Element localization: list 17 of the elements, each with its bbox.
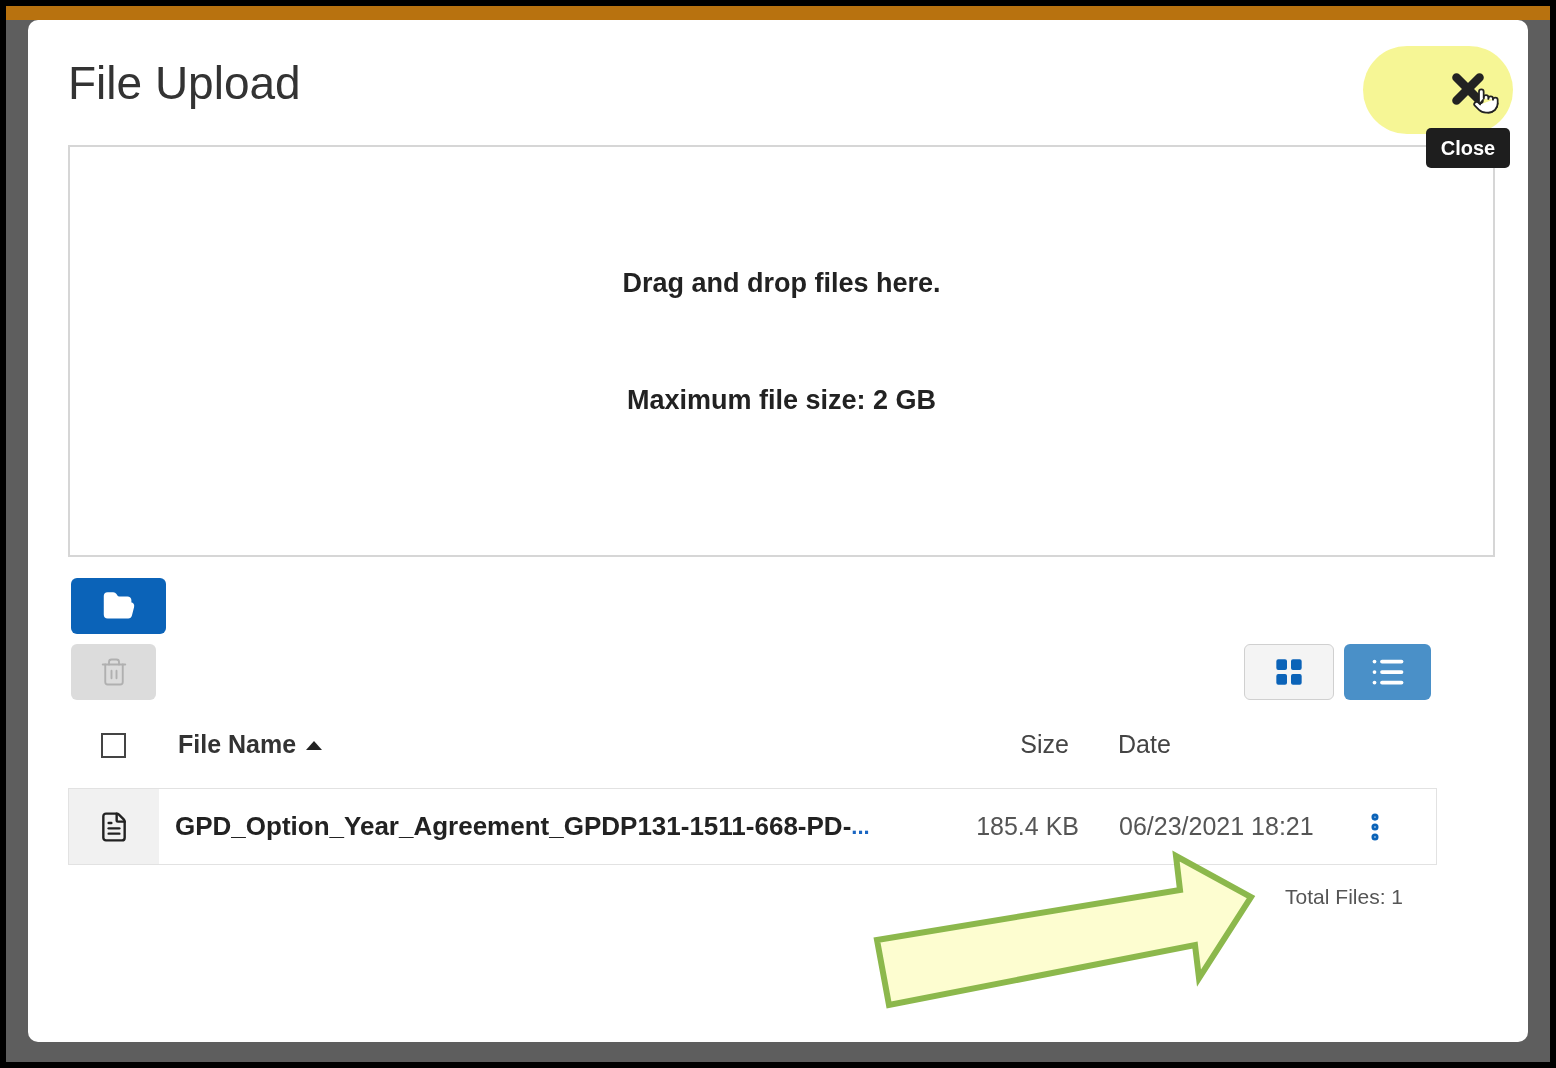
select-all-checkbox[interactable] [100,732,126,758]
column-header[interactable]: Size [948,726,1069,764]
file-date: 06/23/2021 18:21 [1118,810,1314,842]
file-name: GPD_Option_Year_Agreement_GPDP131-1511-668-PD- [175,810,852,843]
close-tooltip: Close [1426,128,1510,168]
truncation-ellipsis: ... [851,813,870,839]
file-size: 185.4 KB [975,810,1079,842]
file-size-limit: Maximum file size: 2 GB [626,383,937,417]
column-header[interactable]: Date [1118,726,1171,764]
file-row[interactable]: GPD_Option_Year_Agreement_GPDP131-1511-668-PD-... 185.4 KB 06/23/2021 18:21 [68,788,1437,865]
grid-icon [1273,656,1305,688]
drop-instruction: Drag and drop files here. [622,267,941,300]
grid-view-button[interactable] [1244,644,1334,700]
total-files-count: Total Files: 1 [1285,884,1403,910]
list-view-button[interactable] [1344,644,1431,700]
browse-button[interactable] [71,578,166,634]
column-header[interactable]: File Name [178,726,297,764]
